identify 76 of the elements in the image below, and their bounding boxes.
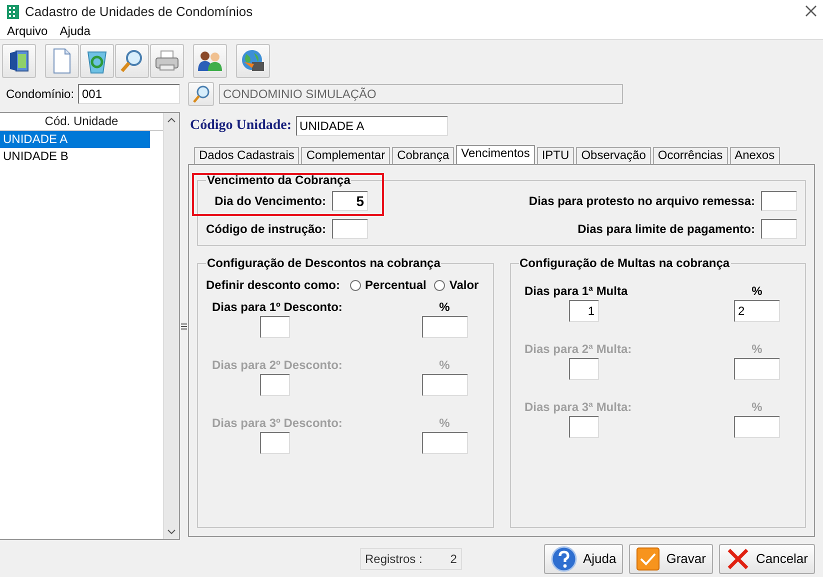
toolbar-button[interactable] [45,44,79,78]
group-title: Vencimento da Cobrança [206,173,352,187]
cross-icon [726,546,750,570]
search-icon [192,85,210,103]
percent-label: % [750,342,764,356]
unit-code-input[interactable]: UNIDADE A [296,116,448,136]
field-label: Dias para 3ª Multa: [524,400,633,414]
toolbar-button[interactable] [115,44,149,78]
field-label: Dia do Vencimento: [214,194,326,208]
field-label: Dias para 2º Desconto: [211,358,344,372]
percent-label: % [750,400,764,414]
tab[interactable]: Cobrança [392,147,454,164]
percent-input[interactable]: 2 [734,300,780,322]
question-icon [550,546,577,572]
tab[interactable]: Complementar [301,147,390,164]
percent-input[interactable] [422,316,468,338]
field-label: Dias para 3º Desconto: [211,416,344,430]
toolbar-button[interactable] [193,44,227,78]
tab[interactable]: Anexos [730,147,780,164]
list-item[interactable]: UNIDADE A [0,131,150,148]
group-title: Configuração de Descontos na cobrança [206,256,442,270]
field-label: Código de instrução: [206,222,326,236]
input-field[interactable] [761,219,797,239]
name-field[interactable]: CONDOMINIO SIMULAÇÃO [219,84,623,104]
record-count: 2 [450,550,457,568]
input-field[interactable] [332,219,368,239]
cancel-button[interactable]: Cancelar [718,544,815,574]
close-icon[interactable] [805,5,817,17]
toolbar-button[interactable] [2,44,36,78]
field-label: Definir desconto como: [206,278,340,292]
grip-icon [181,322,187,330]
days-input[interactable] [260,316,290,338]
radio-button[interactable] [434,280,446,290]
menu-item[interactable]: Arquivo [7,24,48,38]
field-label: Dias para 1º Desconto: [211,300,344,314]
building-icon [6,3,20,19]
percent-label: % [438,358,451,372]
field-label: Condomínio: [6,87,74,101]
tab[interactable]: Observação [576,147,651,164]
input-field[interactable]: 5 [332,191,368,211]
checkmark-icon [636,546,660,570]
radio-label[interactable]: Percentual [365,278,426,292]
percent-label: % [438,300,451,314]
radio-button[interactable] [350,280,362,290]
menu-item[interactable]: Ajuda [60,24,90,38]
search-button[interactable] [188,82,214,106]
percent-label: % [750,284,764,298]
field-label: Dias para protesto no arquivo remessa: [528,194,755,208]
days-input[interactable]: 1 [568,300,598,322]
document-icon [52,48,72,74]
printer-icon [154,50,180,72]
input-field[interactable] [761,191,797,211]
code-input[interactable]: 001 [78,84,180,104]
tab[interactable]: Ocorrências [652,147,728,164]
status-label: Registros : [365,550,422,568]
globe-icon [240,48,266,74]
tab[interactable]: IPTU [536,147,574,164]
radio-label[interactable]: Valor [449,278,479,292]
help-button[interactable]: Ajuda [544,544,624,574]
tab[interactable]: Dados Cadastrais [194,147,300,164]
search-icon [120,49,144,73]
toolbar-button[interactable] [150,44,184,78]
group-title: Configuração de Multas na cobrança [518,256,731,270]
field-label: Dias para limite de pagamento: [576,222,755,236]
window-title: Cadastro de Unidades de Condomínios [25,4,254,18]
field-label: Código Unidade: [190,118,292,134]
percent-label: % [438,416,451,430]
toolbar-button[interactable] [80,44,114,78]
field-label: Dias para 1ª Multa [524,284,629,298]
tab[interactable]: Vencimentos [456,145,535,165]
toolbar-button[interactable] [236,44,270,78]
list-item[interactable]: UNIDADE B [0,148,150,165]
people-icon [197,50,223,72]
field-label: Dias para 2ª Multa: [524,342,633,356]
save-button[interactable]: Gravar [629,544,713,574]
door-icon [8,49,30,73]
